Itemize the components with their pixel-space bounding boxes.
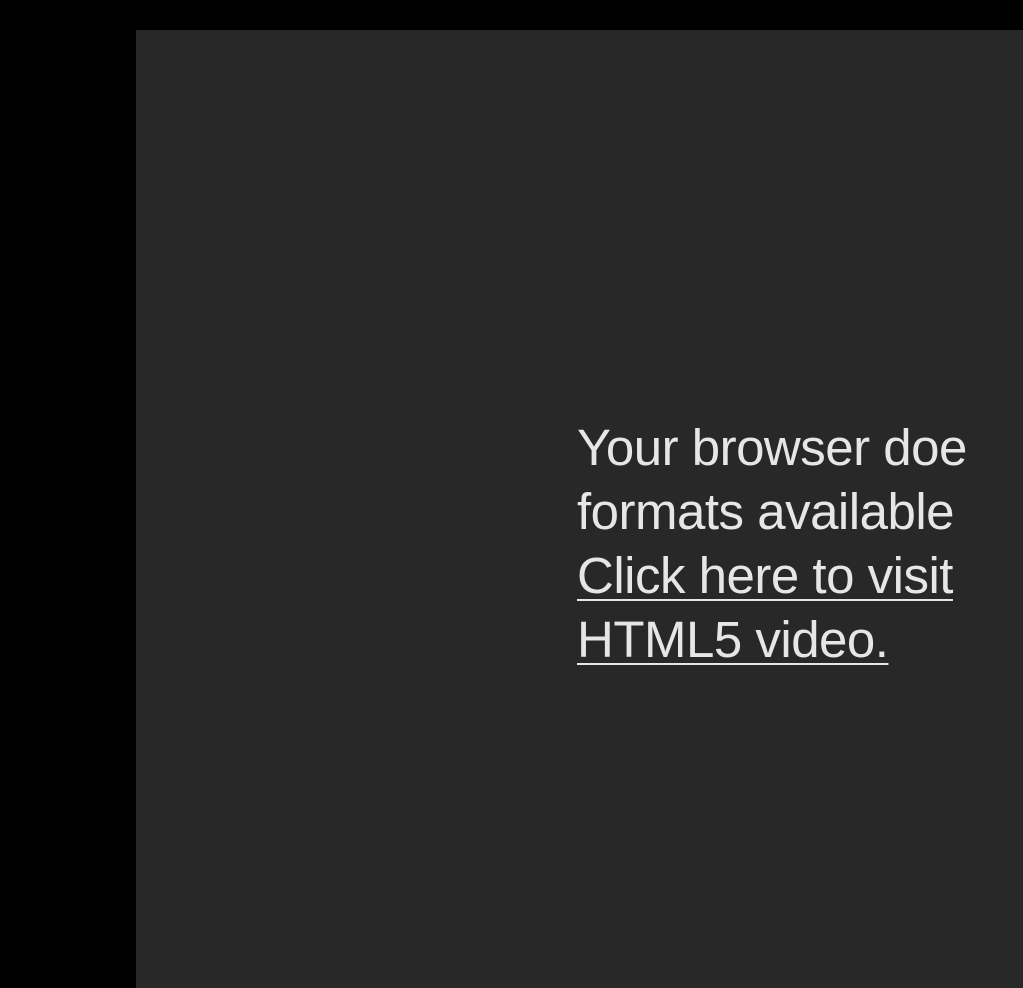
video-player-area: Your browser doe formats available Click… [136, 30, 1023, 988]
page: Your browser doe formats available Click… [0, 0, 1023, 988]
html5-video-link-line-2[interactable]: HTML5 video. [577, 608, 1023, 672]
fallback-message-line-2: formats available [577, 483, 955, 540]
html5-video-link-line-1[interactable]: Click here to visit [577, 544, 1023, 608]
video-fallback-message: Your browser doe formats available Click… [577, 416, 1023, 672]
fallback-message-line-1: Your browser doe [577, 419, 967, 476]
